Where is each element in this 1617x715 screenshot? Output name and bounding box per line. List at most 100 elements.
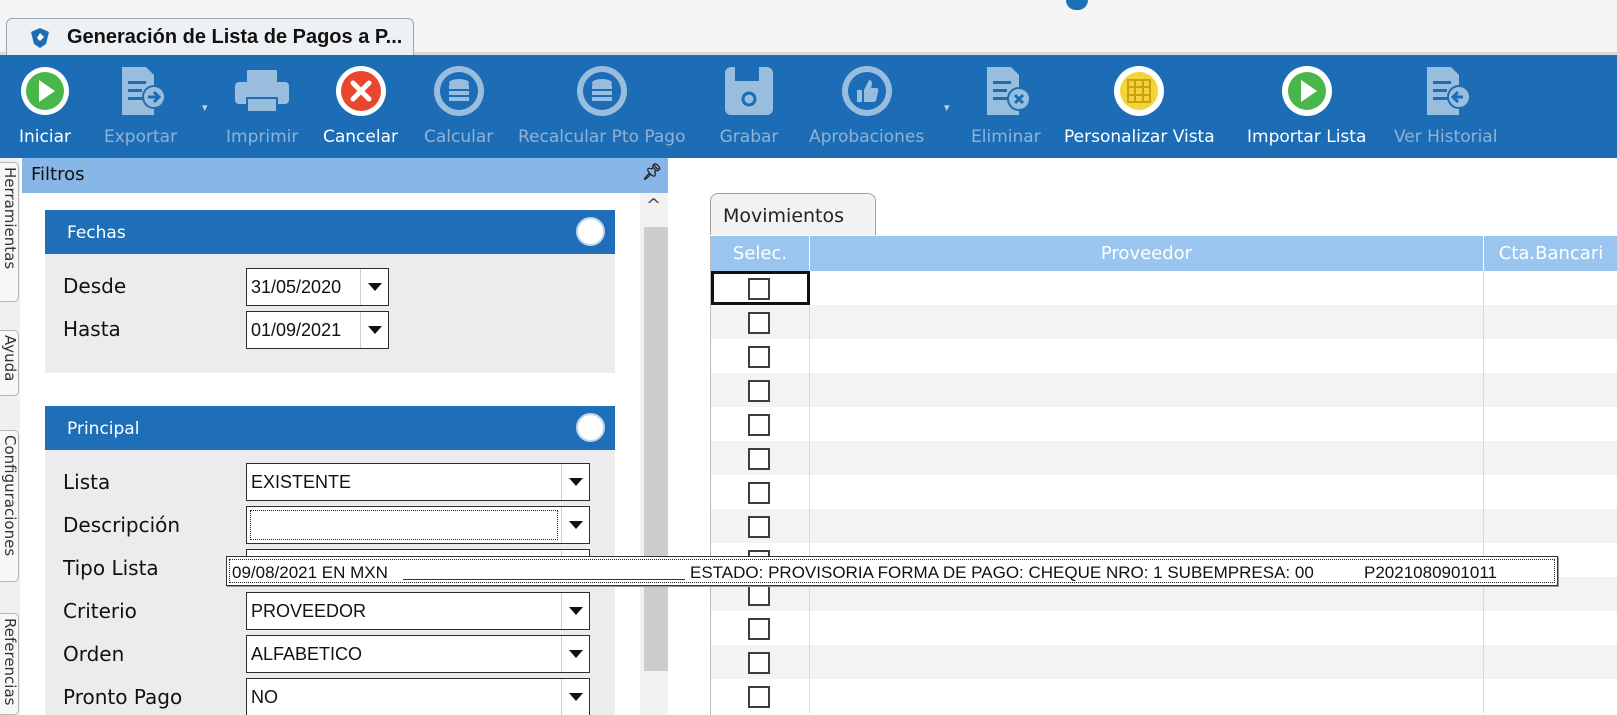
selec-cell[interactable] bbox=[711, 271, 810, 305]
side-tab-ayuda[interactable]: Ayuda bbox=[0, 330, 19, 396]
scroll-up-icon[interactable]: ^ bbox=[646, 195, 661, 216]
principal-group-title: Principal bbox=[67, 419, 140, 439]
row-checkbox[interactable] bbox=[748, 652, 770, 674]
selec-cell[interactable] bbox=[711, 407, 810, 441]
row-checkbox[interactable] bbox=[748, 346, 770, 368]
criterio-select[interactable]: PROVEEDOR bbox=[246, 592, 590, 630]
lista-select[interactable]: EXISTENTE bbox=[246, 463, 590, 501]
aprobaciones-button[interactable]: Aprobaciones bbox=[809, 55, 924, 158]
filters-scrollbar[interactable]: ^ bbox=[640, 193, 668, 715]
selec-cell[interactable] bbox=[711, 475, 810, 509]
scrollbar-thumb[interactable] bbox=[644, 227, 668, 671]
descripcion-select[interactable] bbox=[246, 506, 590, 544]
column-header-proveedor[interactable]: Proveedor bbox=[810, 236, 1484, 271]
aprobaciones-dropdown-icon[interactable]: ▾ bbox=[944, 101, 950, 114]
selec-cell[interactable] bbox=[711, 509, 810, 543]
column-divider bbox=[1483, 611, 1484, 645]
imprimir-button[interactable]: Imprimir bbox=[226, 55, 298, 158]
column-divider bbox=[1483, 271, 1484, 305]
tipo-lista-label: Tipo Lista bbox=[63, 556, 159, 580]
calcular-button[interactable]: Calcular bbox=[424, 55, 493, 158]
selec-cell[interactable] bbox=[711, 645, 810, 679]
row-checkbox[interactable] bbox=[748, 448, 770, 470]
side-tab-herramientas[interactable]: Herramientas bbox=[0, 162, 19, 302]
row-checkbox[interactable] bbox=[748, 584, 770, 606]
app-shield-icon bbox=[31, 28, 49, 48]
table-row[interactable] bbox=[711, 509, 1617, 543]
chevron-down-icon[interactable] bbox=[561, 464, 589, 500]
table-row[interactable] bbox=[711, 305, 1617, 339]
table-row[interactable] bbox=[711, 271, 1617, 305]
table-row[interactable] bbox=[711, 611, 1617, 645]
eliminar-button[interactable]: Eliminar bbox=[971, 55, 1041, 158]
chevron-down-icon[interactable] bbox=[561, 593, 589, 629]
chevron-down-icon[interactable] bbox=[561, 507, 589, 543]
document-tab[interactable]: Generación de Lista de Pagos a P... bbox=[6, 18, 414, 55]
row-checkbox[interactable] bbox=[748, 516, 770, 538]
cancelar-label: Cancelar bbox=[323, 127, 398, 147]
collapse-toggle-icon[interactable] bbox=[576, 413, 605, 442]
play-icon bbox=[1276, 55, 1338, 127]
selec-cell[interactable] bbox=[711, 339, 810, 373]
selec-cell[interactable] bbox=[711, 373, 810, 407]
orden-select[interactable]: ALFABETICO bbox=[246, 635, 590, 673]
column-divider bbox=[1483, 645, 1484, 679]
dropdown-option[interactable]: 09/08/2021 EN MXN ESTADO: PROVISORIA FOR… bbox=[229, 559, 1555, 583]
pin-icon[interactable]: 📌︎ bbox=[642, 162, 662, 181]
row-checkbox[interactable] bbox=[748, 618, 770, 640]
eliminar-label: Eliminar bbox=[971, 127, 1041, 147]
save-icon bbox=[718, 55, 780, 127]
selec-cell[interactable] bbox=[711, 441, 810, 475]
table-row[interactable] bbox=[711, 407, 1617, 441]
personalizar-vista-button[interactable]: Personalizar Vista bbox=[1064, 55, 1215, 158]
pronto-pago-select[interactable]: NO bbox=[246, 678, 590, 715]
table-row[interactable] bbox=[711, 679, 1617, 713]
row-checkbox[interactable] bbox=[748, 278, 770, 300]
database-icon bbox=[571, 55, 633, 127]
exportar-button[interactable]: Exportar bbox=[104, 55, 177, 158]
column-header-selec[interactable]: Selec. bbox=[711, 236, 810, 271]
table-row[interactable] bbox=[711, 645, 1617, 679]
row-checkbox[interactable] bbox=[748, 686, 770, 708]
orden-value: ALFABETICO bbox=[251, 644, 363, 664]
table-row[interactable] bbox=[711, 373, 1617, 407]
chevron-down-icon[interactable] bbox=[360, 312, 388, 348]
row-checkbox[interactable] bbox=[748, 380, 770, 402]
column-header-cta-bancaria[interactable]: Cta.Bancari bbox=[1484, 236, 1617, 271]
personalizar-vista-label: Personalizar Vista bbox=[1064, 127, 1215, 147]
grid-icon bbox=[1108, 55, 1170, 127]
chevron-down-icon[interactable] bbox=[561, 636, 589, 672]
row-checkbox[interactable] bbox=[748, 414, 770, 436]
grid-body bbox=[711, 271, 1617, 715]
side-tab-configuraciones[interactable]: Configuraciones bbox=[0, 430, 19, 582]
grabar-button[interactable]: Grabar bbox=[718, 55, 780, 158]
chevron-down-icon[interactable] bbox=[360, 269, 388, 305]
document-tab-title: Generación de Lista de Pagos a P... bbox=[67, 25, 403, 48]
row-checkbox[interactable] bbox=[748, 482, 770, 504]
chevron-down-icon[interactable] bbox=[561, 679, 589, 715]
selec-cell[interactable] bbox=[711, 611, 810, 645]
cancelar-button[interactable]: Cancelar bbox=[323, 55, 398, 158]
side-tab-label: Configuraciones bbox=[1, 435, 19, 557]
selec-cell[interactable] bbox=[711, 679, 810, 713]
table-row[interactable] bbox=[711, 441, 1617, 475]
desde-date-picker[interactable]: 31/05/2020 bbox=[246, 268, 389, 306]
pronto-pago-value: NO bbox=[251, 687, 278, 707]
ver-historial-button[interactable]: Ver Historial bbox=[1394, 55, 1497, 158]
side-tab-referencias[interactable]: Referencias bbox=[0, 613, 19, 715]
hasta-date-picker[interactable]: 01/09/2021 bbox=[246, 311, 389, 349]
lista-label: Lista bbox=[63, 470, 111, 494]
row-checkbox[interactable] bbox=[748, 312, 770, 334]
iniciar-label: Iniciar bbox=[19, 127, 71, 147]
exportar-dropdown-icon[interactable]: ▾ bbox=[202, 101, 208, 114]
recalcular-pto-pago-button[interactable]: Recalcular Pto Pago bbox=[518, 55, 685, 158]
tab-movimientos[interactable]: Movimientos bbox=[710, 193, 876, 235]
collapse-toggle-icon[interactable] bbox=[576, 217, 605, 246]
table-row[interactable] bbox=[711, 475, 1617, 509]
criterio-value: PROVEEDOR bbox=[251, 601, 367, 621]
importar-lista-button[interactable]: Importar Lista bbox=[1247, 55, 1366, 158]
focus-outline bbox=[250, 510, 558, 540]
table-row[interactable] bbox=[711, 339, 1617, 373]
selec-cell[interactable] bbox=[711, 305, 810, 339]
iniciar-button[interactable]: Iniciar bbox=[14, 55, 76, 158]
